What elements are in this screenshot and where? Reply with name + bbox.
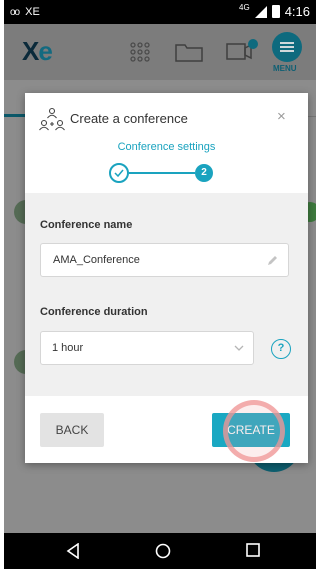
system-navigation-bar <box>4 533 316 569</box>
conference-name-value: AMA_Conference <box>53 254 140 266</box>
app-logo[interactable]: Xe <box>22 36 53 67</box>
active-tab-indicator <box>4 114 26 117</box>
folder-icon[interactable] <box>175 42 203 62</box>
network-type: 4G <box>239 3 250 12</box>
conference-users-icon <box>39 107 65 131</box>
create-button[interactable]: CREATE <box>212 413 290 447</box>
chevron-down-icon <box>234 345 244 351</box>
dialog-header: Create a conference × Conference setting… <box>25 93 308 193</box>
video-call-icon[interactable] <box>226 38 260 62</box>
step-complete-check-icon <box>109 163 129 183</box>
battery-icon <box>271 5 280 18</box>
menu-label: MENU <box>273 64 297 73</box>
conference-name-input[interactable]: AMA_Conference <box>40 243 289 277</box>
grid-icon[interactable] <box>130 42 150 62</box>
home-nav-icon[interactable] <box>155 543 171 559</box>
clock: 4:16 <box>284 4 310 19</box>
status-left: ᴏᴏ XE <box>10 6 40 18</box>
duration-help-button[interactable]: ? <box>271 339 291 359</box>
back-nav-icon[interactable] <box>66 543 80 559</box>
step-label: Conference settings <box>117 141 216 153</box>
carrier-name: XE <box>25 6 40 18</box>
conference-name-label: Conference name <box>40 219 133 231</box>
step-connector <box>129 172 195 174</box>
back-button[interactable]: BACK <box>40 413 104 447</box>
signal-icon <box>254 5 267 18</box>
conference-duration-label: Conference duration <box>40 306 148 318</box>
status-bar: ᴏᴏ XE 4G 4:16 <box>4 0 316 24</box>
phone-screen: ᴏᴏ XE 4G 4:16 Xe MENU Create a conferenc… <box>4 0 316 569</box>
create-conference-dialog: Create a conference × Conference setting… <box>25 93 308 463</box>
edit-pencil-icon <box>268 256 277 265</box>
voicemail-icon: ᴏᴏ <box>10 6 20 18</box>
close-icon[interactable]: × <box>277 108 286 125</box>
menu-button[interactable] <box>272 32 302 62</box>
current-step-badge: 2 <box>195 164 213 182</box>
recents-nav-icon[interactable] <box>246 543 260 557</box>
dialog-footer: BACK CREATE <box>25 396 308 463</box>
status-right: 4G 4:16 <box>239 3 310 19</box>
conference-duration-value: 1 hour <box>52 342 84 354</box>
dialog-title: Create a conference <box>70 111 188 126</box>
conference-duration-select[interactable]: 1 hour <box>40 331 254 365</box>
step-progress: 2 <box>109 163 213 183</box>
screen-frame-right <box>316 0 320 569</box>
app-header: Xe MENU <box>4 24 316 80</box>
